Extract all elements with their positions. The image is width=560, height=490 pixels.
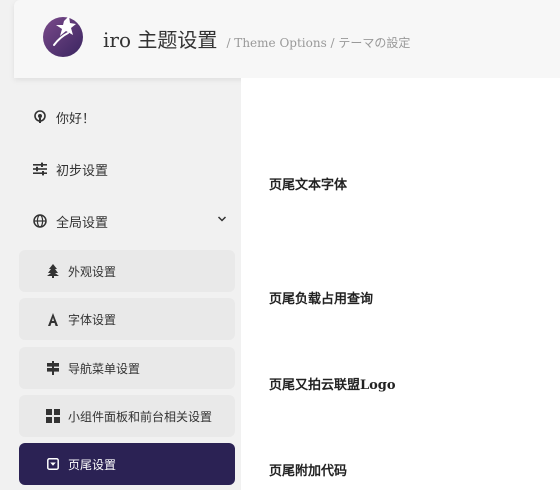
chevron-down-icon xyxy=(217,216,227,222)
field-label-footer-load-query: 页尾负载占用查询 xyxy=(269,292,374,307)
field-label-footer-font: 页尾文本字体 xyxy=(269,178,348,193)
sliders-icon xyxy=(32,161,48,177)
sidebar-subitem-widgets[interactable]: 小组件面板和前台相关设置 xyxy=(19,395,235,437)
signpost-icon xyxy=(46,361,60,375)
sidebar-subitem-label: 导航菜单设置 xyxy=(68,361,141,376)
sidebar-subitem-label: 外观设置 xyxy=(68,264,117,279)
title-main: iro 主题设置 xyxy=(103,28,218,52)
globe-icon xyxy=(32,213,48,229)
sidebar-item-label: 全局设置 xyxy=(56,215,109,231)
square-caret-down-icon xyxy=(46,457,60,471)
podcast-icon xyxy=(32,109,48,125)
sidebar-item-initial-settings[interactable]: 初步设置 xyxy=(14,149,241,189)
sidebar-subitem-font[interactable]: 字体设置 xyxy=(19,298,235,340)
page-title: iro 主题设置 / Theme Options / テーマの設定 xyxy=(103,24,410,53)
grid-icon xyxy=(46,409,60,423)
header: iro 主题设置 / Theme Options / テーマの設定 xyxy=(14,0,560,78)
sidebar-subitem-label: 页尾设置 xyxy=(68,457,117,472)
sidebar-subitem-appearance[interactable]: 外观设置 xyxy=(19,250,235,292)
main-content: 页尾文本字体 页尾负载占用查询 页尾又拍云联盟Logo 页尾附加代码 xyxy=(241,78,560,490)
tree-icon xyxy=(46,264,60,278)
sidebar-subitem-label: 字体设置 xyxy=(68,312,117,327)
sidebar-item-hello[interactable]: 你好！ xyxy=(14,97,241,137)
sidebar-item-label: 你好！ xyxy=(56,111,96,127)
font-icon xyxy=(46,312,60,326)
sidebar-subitem-footer[interactable]: 页尾设置 xyxy=(19,443,235,485)
sidebar-subitem-nav-menu[interactable]: 导航菜单设置 xyxy=(19,347,235,389)
field-label-footer-extra-code: 页尾附加代码 xyxy=(269,464,348,479)
sidebar: 你好！ 初步设置 全局设置 外观设置 字体设置 导航菜单设置 小组件面板和前台相… xyxy=(14,90,241,490)
iro-logo-icon xyxy=(43,16,83,57)
title-subtitle: / Theme Options / テーマの設定 xyxy=(226,36,411,50)
sidebar-item-global-settings[interactable]: 全局设置 xyxy=(14,201,241,241)
field-label-footer-upyun-logo: 页尾又拍云联盟Logo xyxy=(269,378,396,393)
sidebar-subitem-label: 小组件面板和前台相关设置 xyxy=(68,409,213,424)
sidebar-item-label: 初步设置 xyxy=(56,163,109,179)
